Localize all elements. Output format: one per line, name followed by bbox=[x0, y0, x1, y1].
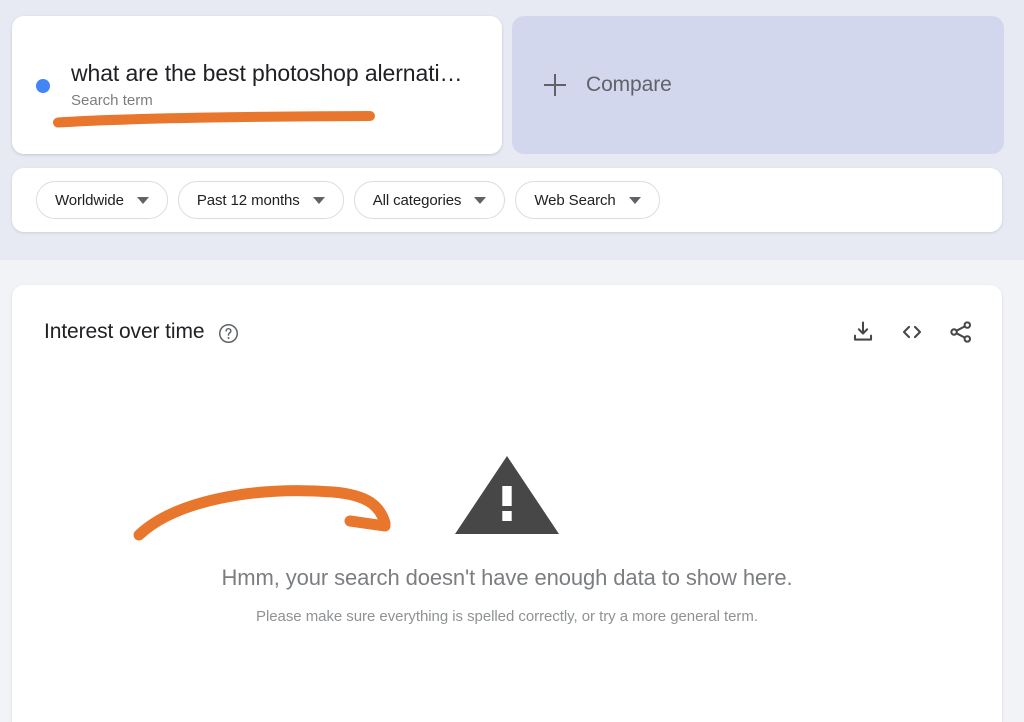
interest-over-time-card: Interest over time Hmm, your search does… bbox=[12, 285, 1002, 722]
chevron-down-icon bbox=[628, 196, 641, 204]
filter-category-label: All categories bbox=[372, 191, 462, 209]
search-term-type-label: Search term bbox=[71, 92, 153, 109]
filter-category-dropdown[interactable]: All categories bbox=[353, 181, 506, 219]
filter-timerange-dropdown[interactable]: Past 12 months bbox=[177, 181, 344, 219]
search-term-card[interactable]: what are the best photoshop alernati… Se… bbox=[12, 16, 502, 154]
filter-searchtype-label: Web Search bbox=[534, 191, 616, 209]
compare-label: Compare bbox=[586, 73, 672, 96]
trends-page: what are the best photoshop alernati… Se… bbox=[0, 0, 1024, 722]
chevron-down-icon bbox=[136, 196, 149, 204]
embed-code-icon[interactable] bbox=[899, 319, 925, 345]
share-icon[interactable] bbox=[948, 319, 974, 345]
compare-button[interactable]: Compare bbox=[512, 16, 1004, 154]
page-title: Interest over time bbox=[44, 320, 205, 343]
filter-location-label: Worldwide bbox=[55, 191, 124, 209]
empty-state-title: Hmm, your search doesn't have enough dat… bbox=[221, 565, 793, 590]
search-term-block: what are the best photoshop alernati… Se… bbox=[71, 58, 462, 112]
chart-card-header: Interest over time bbox=[12, 285, 1002, 379]
download-icon[interactable] bbox=[850, 319, 876, 345]
chevron-down-icon bbox=[312, 196, 325, 204]
filter-timerange-label: Past 12 months bbox=[196, 191, 300, 209]
warning-triangle-wrap bbox=[12, 453, 1002, 537]
help-circle-icon[interactable] bbox=[218, 323, 239, 344]
filter-location-dropdown[interactable]: Worldwide bbox=[36, 181, 168, 219]
plus-icon bbox=[544, 74, 566, 96]
empty-state: Hmm, your search doesn't have enough dat… bbox=[12, 453, 1002, 627]
filter-searchtype-dropdown[interactable]: Web Search bbox=[515, 181, 660, 219]
search-compare-row: what are the best photoshop alernati… Se… bbox=[12, 16, 1004, 154]
filter-bar: Worldwide Past 12 months All categories … bbox=[12, 168, 1002, 232]
blue-dot-icon bbox=[36, 79, 50, 93]
empty-state-subtitle: Please make sure everything is spelled c… bbox=[256, 608, 758, 625]
chevron-down-icon bbox=[474, 196, 487, 204]
search-term-text: what are the best photoshop alernati… bbox=[71, 60, 463, 86]
chart-actions bbox=[850, 319, 974, 345]
warning-triangle-icon bbox=[455, 456, 559, 534]
